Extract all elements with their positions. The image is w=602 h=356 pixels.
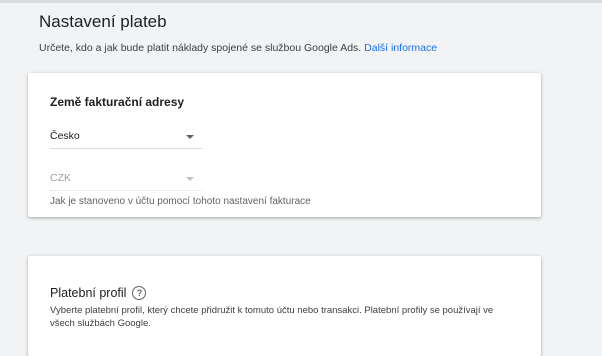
page-subtitle: Určete, kdo a jak bude platit náklady sp… <box>39 42 437 54</box>
country-select-value: Česko <box>50 130 80 142</box>
payment-profile-heading: Platební profil ? <box>50 286 147 300</box>
currency-hint: Jak je stanoveno v účtu pomocí tohoto na… <box>50 196 311 207</box>
billing-country-card: Země fakturační adresy Česko CZK Jak je … <box>28 73 541 217</box>
country-select[interactable]: Česko <box>50 128 202 149</box>
top-divider <box>0 0 602 3</box>
currency-select: CZK <box>50 170 202 191</box>
subtitle-text: Určete, kdo a jak bude platit náklady sp… <box>39 42 362 54</box>
more-info-link[interactable]: Další informace <box>364 42 437 54</box>
help-icon[interactable]: ? <box>132 286 147 300</box>
payment-profile-card: Platební profil ? Vyberte platební profi… <box>28 256 541 356</box>
page-title: Nastavení plateb <box>39 12 167 31</box>
dropdown-arrow-icon <box>186 177 194 181</box>
payment-profile-title: Platební profil <box>50 286 127 300</box>
currency-select-value: CZK <box>50 172 71 184</box>
dropdown-arrow-icon <box>186 135 194 139</box>
billing-country-title: Země fakturační adresy <box>50 95 185 109</box>
payment-profile-description: Vyberte platební profil, který chcete př… <box>50 305 494 329</box>
